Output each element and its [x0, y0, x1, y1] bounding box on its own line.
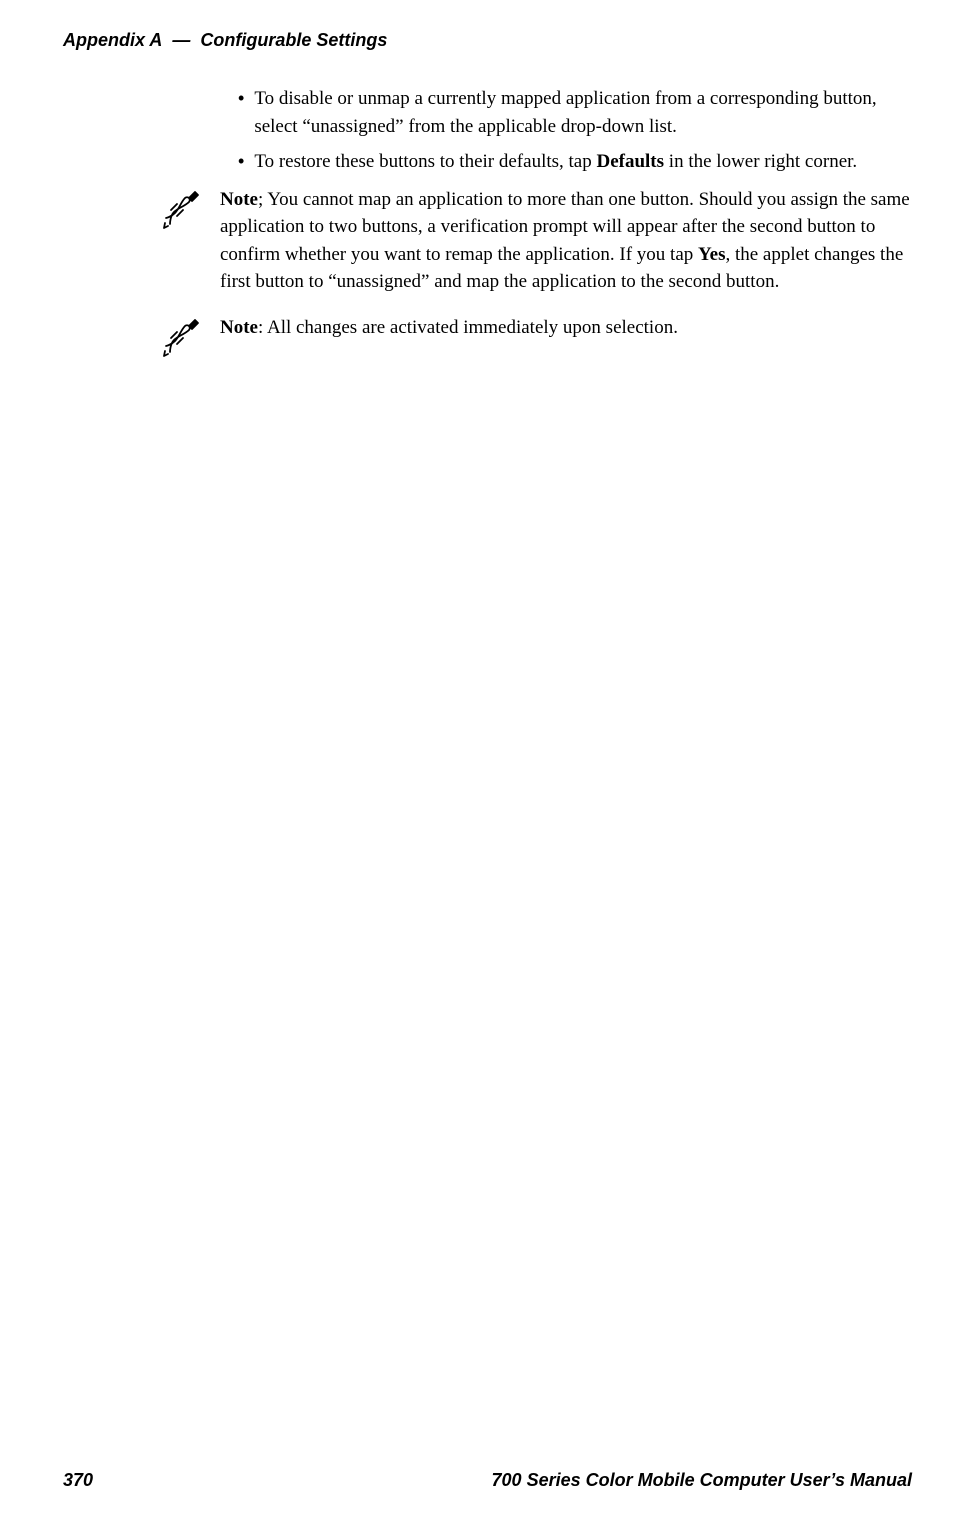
note-icon — [162, 188, 204, 230]
note-text: Note; You cannot map an application to m… — [220, 186, 912, 296]
page-content: • To disable or unmap a currently mapped… — [220, 85, 912, 368]
bullet-item: • To restore these buttons to their defa… — [238, 148, 912, 176]
bullet-text-after: in the lower right corner. — [664, 151, 857, 172]
note-label: Note — [220, 317, 258, 338]
bullet-text-bold: Defaults — [596, 151, 664, 172]
note-sep: : — [258, 317, 267, 338]
page-header: Appendix A — Configurable Settings — [63, 30, 912, 51]
bullet-text: To disable or unmap a currently mapped a… — [254, 85, 912, 140]
bullet-marker: • — [238, 85, 244, 140]
note-text-before: All changes are activated immediately up… — [267, 317, 678, 338]
note-sep: ; — [258, 189, 267, 210]
note-text-bold: Yes — [698, 244, 725, 265]
header-dash: — — [172, 30, 190, 51]
bullet-text-before: To restore these buttons to their defaul… — [254, 151, 596, 172]
bullet-marker: • — [238, 148, 244, 176]
page-footer: 370 700 Series Color Mobile Computer Use… — [63, 1470, 912, 1491]
header-title: Configurable Settings — [200, 30, 387, 51]
bullet-text: To restore these buttons to their defaul… — [254, 148, 857, 176]
note-block: Note; You cannot map an application to m… — [220, 186, 912, 296]
manual-title: 700 Series Color Mobile Computer User’s … — [492, 1470, 912, 1491]
bullet-text-before: To disable or unmap a currently mapped a… — [254, 88, 876, 137]
note-label: Note — [220, 189, 258, 210]
note-block: Note: All changes are activated immediat… — [220, 314, 912, 358]
note-icon — [162, 316, 204, 358]
header-appendix: Appendix A — [63, 30, 162, 51]
note-text: Note: All changes are activated immediat… — [220, 314, 678, 358]
bullet-item: • To disable or unmap a currently mapped… — [238, 85, 912, 140]
page-number: 370 — [63, 1470, 93, 1491]
